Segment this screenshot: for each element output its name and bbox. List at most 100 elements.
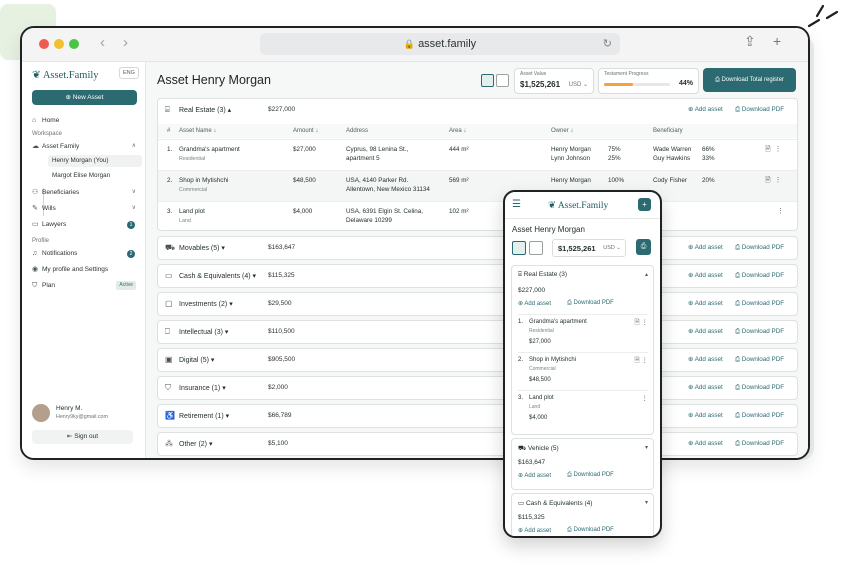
list-item[interactable]: 1. Grandma's apartment Residential $27,0…	[518, 314, 648, 353]
download-pdf-button[interactable]: ⎙ Download PDF	[735, 440, 784, 448]
new-tab-icon[interactable]: +	[773, 33, 781, 49]
language-switch[interactable]: ENG	[119, 67, 139, 79]
cash-card[interactable]: ▭ Cash & Equivalents (4) ▾ $115,325 ⊕ Ad…	[511, 493, 654, 536]
maximize-window-button[interactable]	[69, 39, 79, 49]
app-logo[interactable]: ❦ Asset.Family	[32, 69, 99, 81]
category-panel-insurance[interactable]: ⛉ Insurance (1) ▾ $2,000 ⊕ Add asset ⎙ D…	[157, 376, 798, 400]
currency-select[interactable]: USD ⌄	[603, 245, 621, 251]
category-panel-intellectual[interactable]: ⎕ Intellectual (3) ▾ $110,500 ⊕ Add asse…	[157, 320, 798, 344]
add-asset-button[interactable]: ⊕ Add asset	[518, 527, 551, 534]
sidebar-item-home[interactable]: ⌂ Home	[32, 114, 138, 127]
panel-header[interactable]: ⎕ Intellectual (3) ▾ $110,500 ⊕ Add asse…	[158, 321, 797, 344]
download-pdf-button[interactable]: ⎙ Download PDF	[735, 356, 784, 364]
download-pdf-button[interactable]: ⎙ Download PDF	[735, 106, 784, 114]
sidebar-item-asset-family[interactable]: ☁ Asset Family ∧	[32, 140, 138, 153]
download-pdf-button[interactable]: ⎙ Download PDF	[735, 272, 784, 280]
download-pdf-button[interactable]: ⎙ Download PDF	[735, 300, 784, 308]
list-view-icon[interactable]	[529, 241, 543, 255]
category-panel-investments[interactable]: ▢ Investments (2) ▾ $29,500 ⊕ Add asset …	[157, 292, 798, 316]
add-asset-button[interactable]: ⊕ Add asset	[688, 272, 723, 279]
add-asset-button[interactable]: ⊕ Add asset	[518, 300, 551, 307]
row-actions[interactable]: 🗎 ⋮	[634, 356, 648, 367]
download-pdf-icon[interactable]: ⎙	[636, 239, 651, 255]
back-arrow-icon[interactable]: ‹	[100, 34, 105, 51]
new-asset-button[interactable]: ⊕ New Asset	[32, 90, 137, 105]
table-view-icon[interactable]	[481, 74, 494, 87]
reload-icon[interactable]: ↻	[603, 33, 612, 55]
panel-header[interactable]: ⁂ Other (2) ▾ $5,100 ⊕ Add asset ⎙ Downl…	[158, 433, 797, 456]
row-actions[interactable]: 🗎 ⋮	[765, 145, 782, 156]
add-asset-button[interactable]: ⊕ Add asset	[688, 412, 723, 419]
sidebar-item-beneficiaries[interactable]: ⚇ Beneficiaries ∨	[32, 186, 138, 199]
list-view-icon[interactable]	[496, 74, 509, 87]
add-asset-button[interactable]: ⊕ Add asset	[518, 472, 551, 479]
download-register-button[interactable]: ⎙ Download Total register	[703, 68, 796, 92]
asset-value-select[interactable]: $1,525,261 USD ⌄	[552, 239, 626, 257]
column-header[interactable]: Area ↓	[449, 128, 466, 134]
vehicle-card[interactable]: ⛟ Vehicle (5) ▾ $163,647 ⊕ Add asset ⎙ D…	[511, 438, 654, 490]
asset-value-select[interactable]: Asset Value $1,525,261 USD ⌄	[514, 68, 594, 94]
download-pdf-button[interactable]: ⎙ Download PDF	[735, 412, 784, 420]
sign-out-button[interactable]: ⇤ Sign out	[32, 430, 133, 444]
chevron-up-icon[interactable]: ▴	[645, 271, 648, 278]
column-header[interactable]: Amount ↓	[293, 128, 318, 134]
sidebar-subitem-henry[interactable]: Henry Morgan (You)	[48, 155, 142, 167]
download-pdf-button[interactable]: ⎙ Download PDF	[735, 384, 784, 392]
category-panel-movables[interactable]: ⛟ Movables (5) ▾ $163,647 ⊕ Add asset ⎙ …	[157, 236, 798, 260]
more-icon[interactable]: ⋮	[642, 394, 649, 402]
download-pdf-button[interactable]: ⎙ Download PDF	[567, 300, 614, 307]
panel-header[interactable]: ⛉ Insurance (1) ▾ $2,000 ⊕ Add asset ⎙ D…	[158, 377, 797, 400]
forward-arrow-icon[interactable]: ›	[123, 34, 128, 51]
row-actions[interactable]: ⋮	[777, 207, 784, 215]
category-name: Investments (2) ▾	[179, 301, 233, 308]
app-logo[interactable]: ❦ Asset.Family	[548, 200, 608, 211]
list-item[interactable]: 3. Land plot Land $4,000 ⋮	[518, 390, 648, 429]
add-asset-button[interactable]: ⊕ Add asset	[688, 356, 723, 363]
add-icon[interactable]: +	[638, 198, 651, 211]
close-window-button[interactable]	[39, 39, 49, 49]
row-actions[interactable]: 🗎 ⋮	[765, 176, 782, 187]
list-item[interactable]: 2. Shop in Mytishchi Commercial $48,500 …	[518, 352, 648, 391]
panel-header[interactable]: ⛟ Movables (5) ▾ $163,647 ⊕ Add asset ⎙ …	[158, 237, 797, 260]
minimize-window-button[interactable]	[54, 39, 64, 49]
table-row[interactable]: 2. Shop in Mytishchi Commercial $48,500 U…	[158, 170, 797, 202]
table-view-icon[interactable]	[512, 241, 526, 255]
chevron-down-icon[interactable]: ▾	[645, 499, 648, 506]
share-icon[interactable]: ⇪	[744, 33, 756, 50]
sidebar-subitem-margot[interactable]: Margot Elise Morgan	[48, 170, 142, 182]
chevron-down-icon[interactable]: ▾	[645, 444, 648, 451]
sidebar-item-notifications[interactable]: ♫ Notifications 2	[32, 247, 138, 260]
panel-header[interactable]: ▢ Investments (2) ▾ $29,500 ⊕ Add asset …	[158, 293, 797, 316]
add-asset-button[interactable]: ⊕ Add asset	[688, 244, 723, 251]
row-actions[interactable]: 🗎 ⋮	[634, 318, 648, 329]
workspace-label: Workspace	[32, 131, 62, 137]
download-pdf-button[interactable]: ⎙ Download PDF	[567, 527, 614, 534]
category-panel-retirement[interactable]: ♿ Retirement (1) ▾ $66,789 ⊕ Add asset ⎙…	[157, 404, 798, 428]
panel-header[interactable]: ⌸ Real Estate (3) ▴ $227,000 ⊕ Add asset…	[158, 99, 797, 122]
download-pdf-button[interactable]: ⎙ Download PDF	[735, 244, 784, 252]
sidebar-item-plan[interactable]: ⛉ Plan Active	[32, 279, 138, 292]
sidebar-item-lawyers[interactable]: ▭ Lawyers 1	[32, 218, 138, 231]
add-asset-button[interactable]: ⊕ Add asset	[688, 106, 723, 113]
download-pdf-button[interactable]: ⎙ Download PDF	[567, 472, 614, 479]
panel-header[interactable]: ♿ Retirement (1) ▾ $66,789 ⊕ Add asset ⎙…	[158, 405, 797, 428]
menu-icon[interactable]: ☰	[512, 199, 521, 210]
panel-header[interactable]: ▭ Cash & Equivalents (4) ▾ $115,325 ⊕ Ad…	[158, 265, 797, 288]
sidebar-item-wills[interactable]: ✎ Wills ∨	[32, 202, 138, 215]
table-row[interactable]: 1. Grandma's apartment Residential $27,00…	[158, 139, 797, 171]
download-pdf-button[interactable]: ⎙ Download PDF	[735, 328, 784, 336]
column-header[interactable]: Owner ↓	[551, 128, 573, 134]
sidebar-item-my-profile[interactable]: ◉ My profile and Settings	[32, 263, 138, 276]
add-asset-button[interactable]: ⊕ Add asset	[688, 384, 723, 391]
panel-header[interactable]: ▣ Digital (5) ▾ $905,500 ⊕ Add asset ⎙ D…	[158, 349, 797, 372]
address-bar[interactable]: 🔒 asset.family ↻	[260, 33, 620, 55]
add-asset-button[interactable]: ⊕ Add asset	[688, 300, 723, 307]
add-asset-button[interactable]: ⊕ Add asset	[688, 440, 723, 447]
add-asset-button[interactable]: ⊕ Add asset	[688, 328, 723, 335]
category-panel-digital[interactable]: ▣ Digital (5) ▾ $905,500 ⊕ Add asset ⎙ D…	[157, 348, 798, 372]
table-row[interactable]: 3. Land plot Land $4,000 USA, 6391 Elgin …	[158, 201, 797, 233]
currency-select[interactable]: USD ⌄	[569, 81, 588, 88]
category-panel-other[interactable]: ⁂ Other (2) ▾ $5,100 ⊕ Add asset ⎙ Downl…	[157, 432, 798, 456]
category-panel-cash[interactable]: ▭ Cash & Equivalents (4) ▾ $115,325 ⊕ Ad…	[157, 264, 798, 288]
column-header[interactable]: Asset Name ↓	[179, 128, 216, 134]
